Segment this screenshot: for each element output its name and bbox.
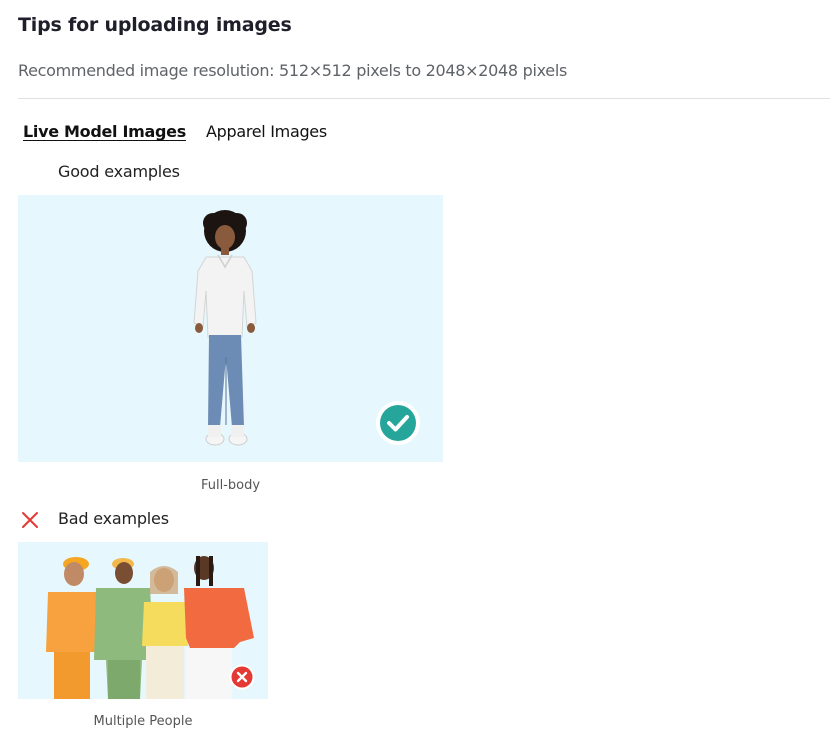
page-subtitle: Recommended image resolution: 512×512 pi… — [18, 61, 567, 80]
x-circle-icon — [229, 664, 255, 690]
good-example-caption: Full-body — [200, 478, 261, 493]
page-title: Tips for uploading images — [18, 14, 292, 36]
good-example-image — [18, 195, 443, 462]
tab-live-model-images[interactable]: Live Model Images — [23, 122, 186, 141]
header-divider — [18, 98, 830, 99]
check-circle-icon — [375, 400, 421, 446]
tab-apparel-images[interactable]: Apparel Images — [206, 122, 327, 141]
tab-bar: Live Model Images Apparel Images — [23, 122, 327, 141]
good-examples-label: Good examples — [58, 162, 180, 181]
bad-example-caption: Multiple People — [93, 714, 193, 729]
bad-examples-label: Bad examples — [58, 509, 169, 528]
close-icon — [20, 510, 40, 530]
bad-example-image — [18, 542, 268, 699]
